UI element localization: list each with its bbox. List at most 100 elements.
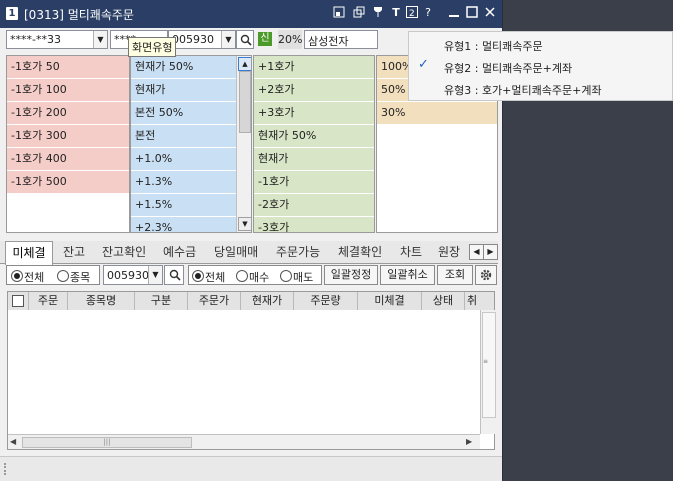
order-cell[interactable]: +1.3% xyxy=(131,171,236,194)
scroll-left-icon[interactable]: ◀ xyxy=(10,437,16,446)
blue-column-scrollbar[interactable]: ▲ ▼ xyxy=(236,56,251,232)
column-header[interactable]: 구분 xyxy=(135,292,188,310)
query-button[interactable]: 조회 xyxy=(437,265,473,285)
search-icon xyxy=(240,34,252,46)
column-header[interactable]: 미체결 xyxy=(358,292,422,310)
ratio-cell[interactable]: 30% xyxy=(377,102,497,125)
tab-unfilled[interactable]: 미체결 xyxy=(5,241,53,265)
credit-badge: 신 xyxy=(258,32,272,46)
order-cell[interactable]: 본전 50% xyxy=(131,102,236,125)
grid-vertical-scrollbar[interactable]: ≡ xyxy=(480,310,496,434)
svg-text:2: 2 xyxy=(409,9,415,18)
rate-badge: 20% xyxy=(278,30,302,49)
link-icon[interactable] xyxy=(332,6,346,20)
filter-code-value: 005930 xyxy=(107,269,149,282)
chevron-down-icon[interactable]: ▼ xyxy=(93,31,107,48)
order-cell[interactable]: 현재가 xyxy=(254,148,374,171)
layout-2-icon[interactable]: 2 xyxy=(405,6,419,20)
column-header[interactable]: 주문가 xyxy=(188,292,241,310)
scroll-down-icon[interactable]: ▼ xyxy=(238,217,251,231)
search-icon xyxy=(169,269,181,281)
column-header[interactable]: 상태 xyxy=(422,292,465,310)
radio-sell[interactable]: 매도 xyxy=(280,269,313,285)
settings-button[interactable] xyxy=(475,265,497,285)
order-cell[interactable]: -1호가 400 xyxy=(7,148,129,171)
order-cell[interactable]: -1호가 100 xyxy=(7,79,129,102)
copy-window-icon[interactable] xyxy=(352,6,366,20)
radio-side-all[interactable]: 전체 xyxy=(192,269,225,285)
tab-orderable[interactable]: 주문가능 xyxy=(276,241,320,263)
unfilled-grid-header: 주문 종목명 구분 주문가 현재가 주문량 미체결 상태 취 xyxy=(7,291,495,311)
filter-search-button[interactable] xyxy=(164,265,184,285)
close-icon[interactable] xyxy=(483,6,497,20)
radio-buy[interactable]: 매수 xyxy=(236,269,269,285)
filter-code-combo[interactable]: 005930 ▼ xyxy=(103,265,163,285)
bulk-modify-button[interactable]: 일괄정정 xyxy=(324,265,378,285)
account-combo[interactable]: ****-**33 ▼ xyxy=(6,30,108,49)
column-header[interactable]: 현재가 xyxy=(241,292,294,310)
bulk-cancel-button[interactable]: 일괄취소 xyxy=(380,265,435,285)
tab-deposit[interactable]: 예수금 xyxy=(163,241,196,263)
account-value: ****-**33 xyxy=(10,33,61,46)
chevron-down-icon[interactable]: ▼ xyxy=(148,266,162,284)
tab-daily-trades[interactable]: 당일매매 xyxy=(214,241,258,263)
tab-scroll-right-icon[interactable]: ▶ xyxy=(483,244,498,260)
tab-balance[interactable]: 잔고 xyxy=(63,241,85,263)
scroll-thumb[interactable] xyxy=(239,71,251,133)
order-cell[interactable]: -1호가 50 xyxy=(7,56,129,79)
stock-name-value: 삼성전자 xyxy=(308,35,349,48)
order-cell[interactable]: +1호가 xyxy=(254,56,374,79)
font-size-icon[interactable]: T xyxy=(389,6,403,20)
minimize-icon[interactable] xyxy=(447,6,461,20)
order-cell[interactable]: 현재가 50% xyxy=(131,56,236,79)
order-cell[interactable]: -1호가 200 xyxy=(7,102,129,125)
tab-balance-check[interactable]: 잔고확인 xyxy=(102,241,146,263)
order-cell[interactable]: +3호가 xyxy=(254,102,374,125)
resize-grip-icon[interactable] xyxy=(4,463,12,475)
green-order-column: +1호가 +2호가 +3호가 현재가 50% 현재가 -1호가 -2호가 -3호… xyxy=(253,55,375,233)
order-cell[interactable]: +1.5% xyxy=(131,194,236,217)
blue-order-column: 현재가 50% 현재가 본전 50% 본전 +1.0% +1.3% +1.5% … xyxy=(130,55,252,233)
scroll-thumb[interactable] xyxy=(482,312,496,418)
stock-code-combo[interactable]: 005930 ▼ xyxy=(168,30,236,49)
tab-chart[interactable]: 차트 xyxy=(400,241,422,263)
tab-ledger[interactable]: 원장 xyxy=(438,241,468,263)
order-cell[interactable]: -1호가 xyxy=(254,171,374,194)
tab-scroll-left-icon[interactable]: ◀ xyxy=(469,244,484,260)
maximize-icon[interactable] xyxy=(465,6,479,20)
pin-icon[interactable] xyxy=(371,6,385,20)
chevron-down-icon[interactable]: ▼ xyxy=(221,31,235,48)
column-header[interactable]: 종목명 xyxy=(68,292,135,310)
scroll-thumb[interactable]: ||| xyxy=(22,437,192,448)
status-bar xyxy=(0,456,502,481)
order-cell[interactable]: +2호가 xyxy=(254,79,374,102)
radio-all[interactable]: 전체 xyxy=(11,269,44,285)
gear-icon xyxy=(480,269,492,281)
scroll-right-icon[interactable]: ▶ xyxy=(466,437,472,446)
order-cell[interactable]: -3호가 xyxy=(254,217,374,232)
order-cell[interactable]: +1.0% xyxy=(131,148,236,171)
order-cell[interactable]: 본전 xyxy=(131,125,236,148)
tab-execution-check[interactable]: 체결확인 xyxy=(338,241,382,263)
menu-item-type1[interactable]: 유형1 : 멀티쾌속주문 xyxy=(444,38,543,54)
menu-item-type3[interactable]: 유형3 : 호가+멀티쾌속주문+계좌 xyxy=(444,82,602,98)
order-cell[interactable]: -1호가 300 xyxy=(7,125,129,148)
order-cell[interactable]: +2.3% xyxy=(131,217,236,232)
scroll-up-icon[interactable]: ▲ xyxy=(238,57,251,71)
column-header[interactable]: 주문량 xyxy=(294,292,358,310)
stock-search-button[interactable] xyxy=(236,30,254,49)
order-cell[interactable]: -1호가 500 xyxy=(7,171,129,194)
radio-stock[interactable]: 종목 xyxy=(57,269,90,285)
menu-item-type2[interactable]: 유형2 : 멀티쾌속주문+계좌 xyxy=(444,60,572,76)
order-cell[interactable]: -2호가 xyxy=(254,194,374,217)
stock-name-field: 삼성전자 xyxy=(304,30,378,49)
help-icon[interactable]: ? xyxy=(421,6,435,20)
column-header[interactable]: 주문 xyxy=(29,292,68,310)
column-header[interactable]: 취 xyxy=(465,292,479,310)
grid-horizontal-scrollbar[interactable]: ◀ ||| ▶ xyxy=(8,434,480,449)
title-bar[interactable]: 1 [0313] 멀티쾌속주문 T 2 ? xyxy=(0,0,502,28)
unfilled-grid-body[interactable]: ≡ ◀ ||| ▶ xyxy=(7,310,496,450)
order-cell[interactable]: 현재가 xyxy=(131,79,236,102)
order-cell[interactable]: 현재가 50% xyxy=(254,125,374,148)
select-all-checkbox[interactable] xyxy=(8,292,29,310)
